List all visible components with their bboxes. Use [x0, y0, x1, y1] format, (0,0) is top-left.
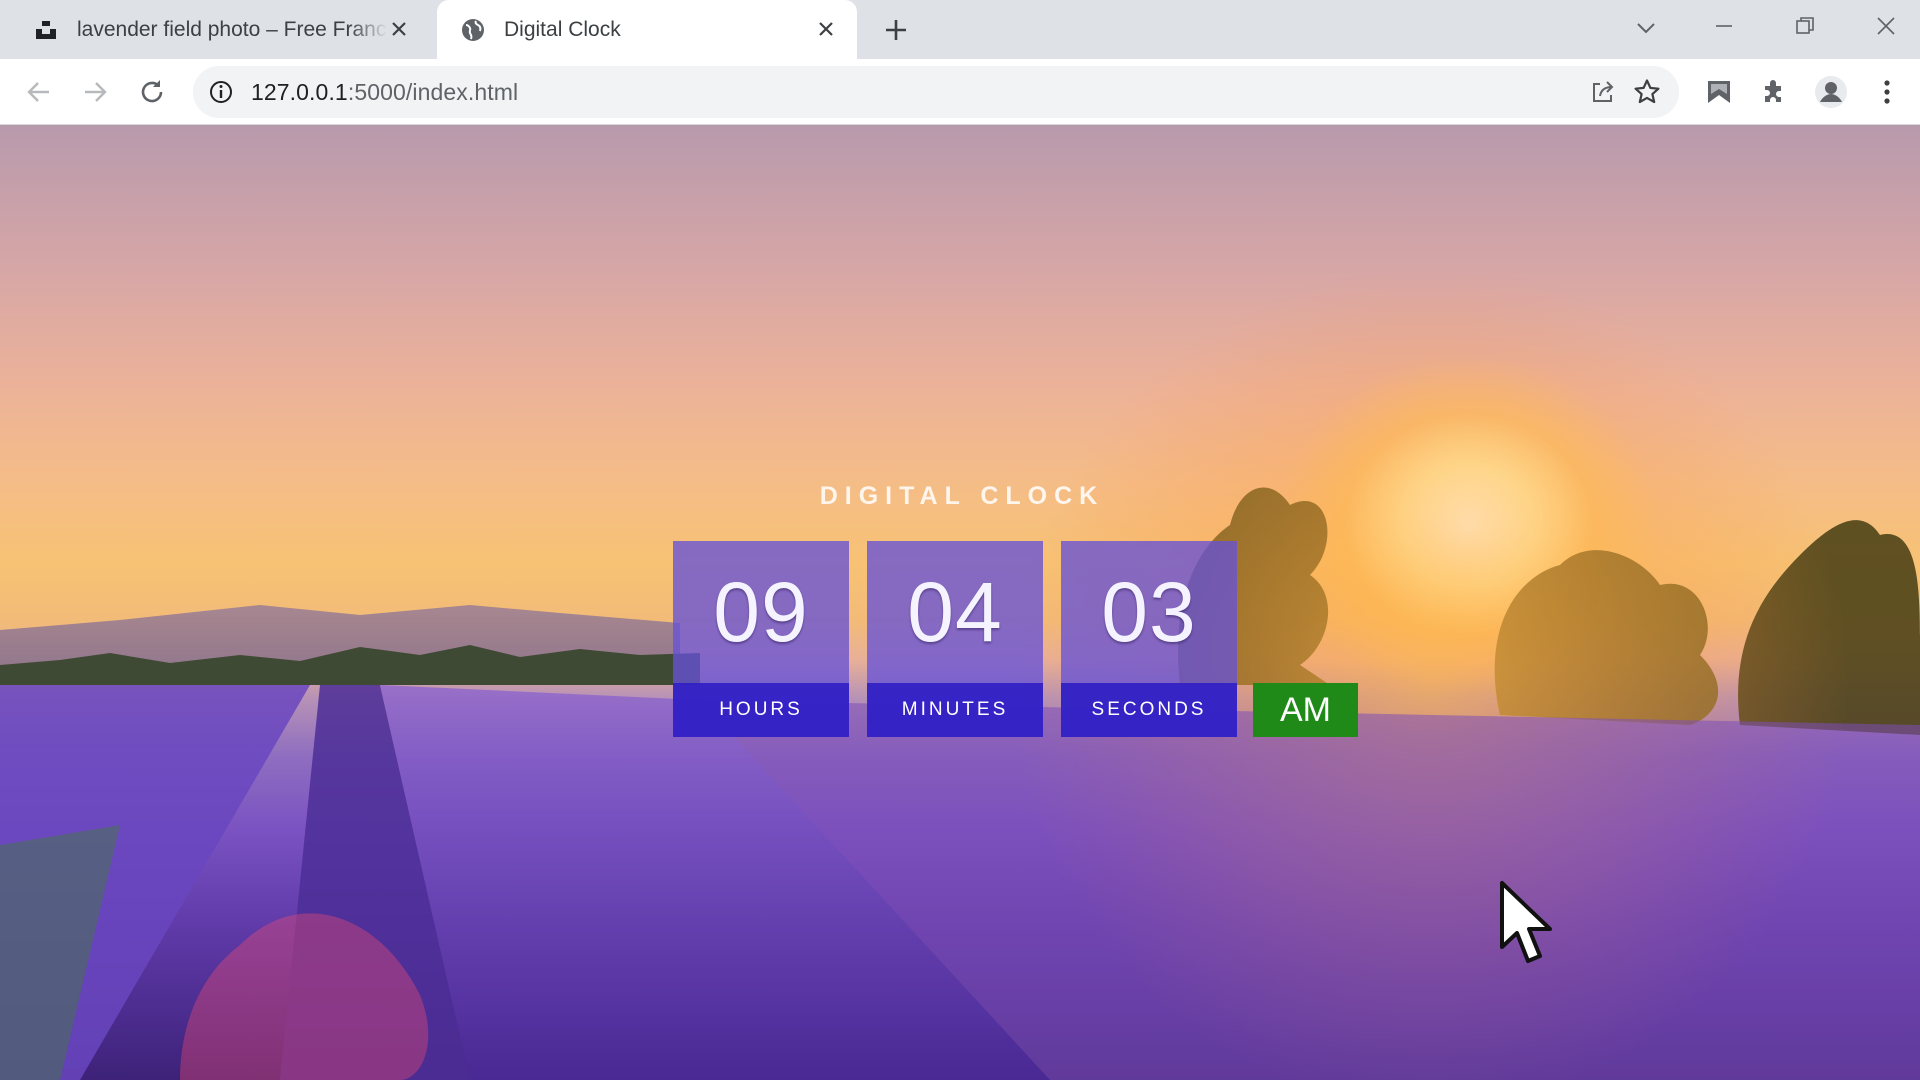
reload-button[interactable] — [132, 72, 172, 112]
info-icon[interactable] — [207, 78, 235, 106]
tab-lavender-photo[interactable]: lavender field photo – Free France — [10, 0, 430, 59]
tab-title: Digital Clock — [504, 17, 621, 41]
kebab-menu-icon — [1884, 80, 1890, 104]
bookmark-star-icon[interactable] — [1631, 76, 1663, 108]
minutes-value: 04 — [907, 564, 1003, 659]
tab-title: lavender field photo – Free France — [77, 17, 387, 41]
tab-strip: lavender field photo – Free France Digit… — [0, 0, 1920, 59]
close-icon — [1877, 17, 1895, 35]
chevron-down-icon — [1637, 23, 1655, 34]
minimize-icon — [1716, 25, 1732, 27]
back-button[interactable] — [19, 72, 59, 112]
extensions-button[interactable] — [1755, 72, 1795, 112]
address-bar[interactable]: 127.0.0.1:5000/index.html — [193, 66, 1679, 118]
new-tab-button[interactable] — [880, 14, 912, 46]
plus-icon — [886, 20, 906, 40]
restore-icon — [1796, 17, 1814, 34]
bookmark-extension-icon — [1708, 81, 1730, 103]
seconds-value: 03 — [1101, 564, 1197, 659]
forward-button[interactable] — [75, 72, 115, 112]
close-icon[interactable] — [386, 16, 412, 42]
mouse-pointer-icon — [1500, 881, 1552, 963]
minutes-card: 04 MINUTES — [867, 541, 1043, 737]
extension-button[interactable] — [1699, 72, 1739, 112]
seconds-card: 03 SECONDS — [1061, 541, 1237, 737]
tab-search-button[interactable] — [1630, 12, 1662, 44]
hours-label: HOURS — [673, 683, 849, 737]
restore-button[interactable] — [1783, 8, 1827, 44]
url-path: :5000/index.html — [347, 79, 519, 105]
arrow-right-icon — [85, 82, 107, 102]
share-icon[interactable] — [1587, 76, 1619, 108]
hours-card: 09 HOURS — [673, 541, 849, 737]
minutes-label: MINUTES — [867, 683, 1043, 737]
globe-icon — [461, 18, 485, 42]
menu-button[interactable] — [1867, 72, 1907, 112]
profile-button[interactable] — [1811, 72, 1851, 112]
browser-toolbar: 127.0.0.1:5000/index.html — [0, 59, 1920, 125]
minimize-button[interactable] — [1702, 8, 1746, 44]
arrow-left-icon — [27, 82, 49, 102]
seconds-label: SECONDS — [1061, 683, 1237, 737]
am-pm-badge: AM — [1253, 683, 1358, 737]
close-icon[interactable] — [813, 16, 839, 42]
url-text[interactable]: 127.0.0.1:5000/index.html — [251, 79, 518, 106]
hours-value: 09 — [713, 564, 809, 659]
page-viewport: DIGITAL CLOCK 09 HOURS 04 MINUTES 03 SEC… — [0, 125, 1920, 1080]
reload-icon — [141, 80, 163, 103]
tab-digital-clock[interactable]: Digital Clock — [437, 0, 857, 59]
page-title: DIGITAL CLOCK — [819, 482, 1105, 510]
avatar-icon — [1815, 76, 1847, 108]
url-host: 127.0.0.1 — [251, 79, 348, 105]
window-close-button[interactable] — [1864, 8, 1908, 44]
unsplash-logo-icon — [34, 18, 58, 42]
puzzle-icon — [1765, 80, 1781, 102]
